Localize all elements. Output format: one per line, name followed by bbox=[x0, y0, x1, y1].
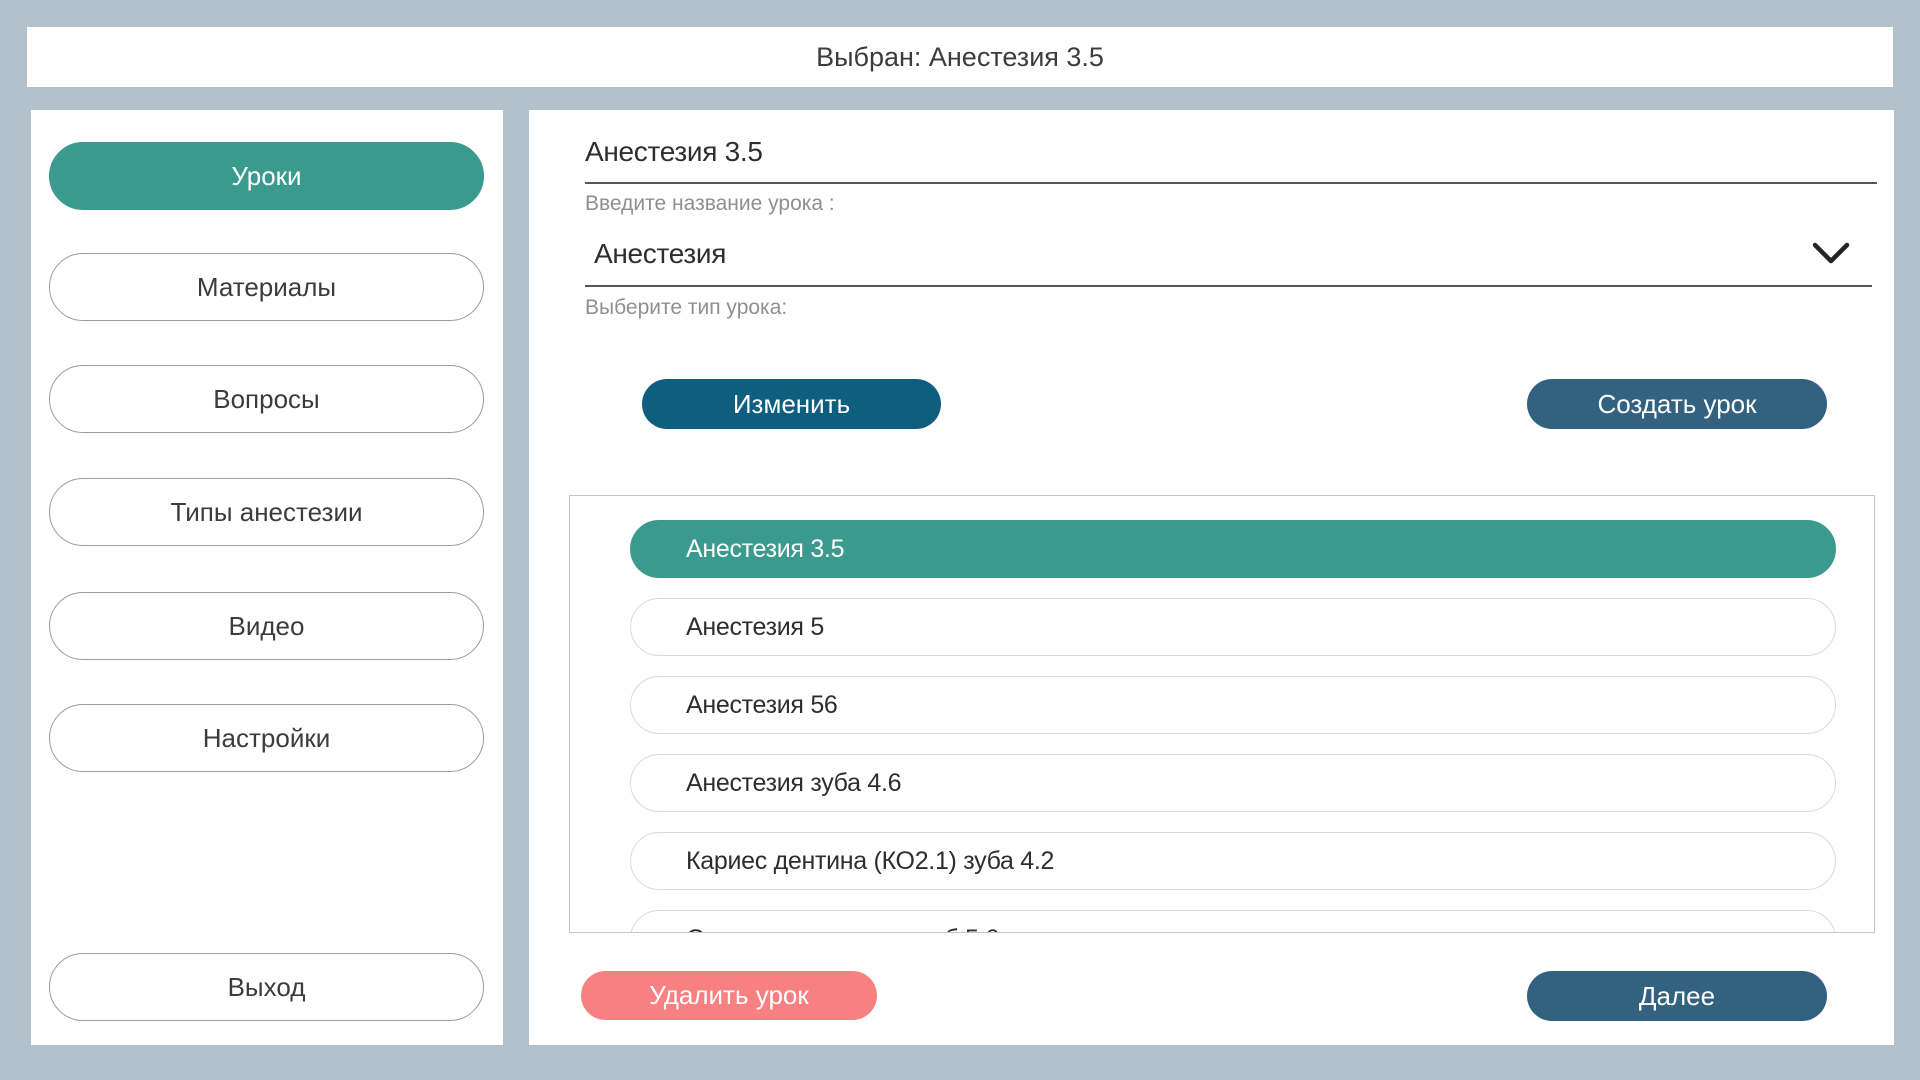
selected-lesson-title: Выбран: Анестезия 3.5 bbox=[816, 42, 1104, 73]
lesson-type-label: Выберите тип урока: bbox=[585, 296, 787, 320]
lesson-list-item[interactable]: Анестезия 56 bbox=[630, 676, 1836, 734]
main-panel: Анестезия 3.5 Введите название урока : А… bbox=[529, 110, 1894, 1045]
lesson-name-label: Введите название урока : bbox=[585, 192, 835, 216]
lesson-list: Анестезия 3.5 Анестезия 5 Анестезия 56 А… bbox=[569, 495, 1875, 933]
lesson-type-select[interactable]: Анестезия bbox=[594, 238, 726, 270]
lesson-type-underline bbox=[585, 285, 1872, 287]
sidebar-item-lessons[interactable]: Уроки bbox=[49, 142, 484, 210]
delete-lesson-button[interactable]: Удалить урок bbox=[581, 971, 877, 1020]
lesson-list-item[interactable]: Осмотр полости рта зуб 5.6 bbox=[630, 910, 1836, 933]
header-bar: Выбран: Анестезия 3.5 bbox=[27, 27, 1893, 87]
next-button[interactable]: Далее bbox=[1527, 971, 1827, 1021]
sidebar-item-questions[interactable]: Вопросы bbox=[49, 365, 484, 433]
lesson-list-item[interactable]: Анестезия 3.5 bbox=[630, 520, 1836, 578]
sidebar-item-materials[interactable]: Материалы bbox=[49, 253, 484, 321]
sidebar-item-settings[interactable]: Настройки bbox=[49, 704, 484, 772]
sidebar-item-video[interactable]: Видео bbox=[49, 592, 484, 660]
lesson-list-item[interactable]: Кариес дентина (КО2.1) зуба 4.2 bbox=[630, 832, 1836, 890]
app-window: Выбран: Анестезия 3.5 Уроки Материалы Во… bbox=[0, 0, 1920, 1080]
sidebar-item-anesthesia-types[interactable]: Типы анестезии bbox=[49, 478, 484, 546]
create-lesson-button[interactable]: Создать урок bbox=[1527, 379, 1827, 429]
lesson-list-item[interactable]: Анестезия зуба 4.6 bbox=[630, 754, 1836, 812]
edit-button[interactable]: Изменить bbox=[642, 379, 941, 429]
sidebar: Уроки Материалы Вопросы Типы анестезии В… bbox=[31, 110, 503, 1045]
lesson-name-input[interactable]: Анестезия 3.5 bbox=[585, 136, 763, 168]
chevron-down-icon[interactable] bbox=[1812, 242, 1850, 271]
lesson-list-item[interactable]: Анестезия 5 bbox=[630, 598, 1836, 656]
exit-button[interactable]: Выход bbox=[49, 953, 484, 1021]
lesson-name-underline bbox=[585, 182, 1877, 184]
